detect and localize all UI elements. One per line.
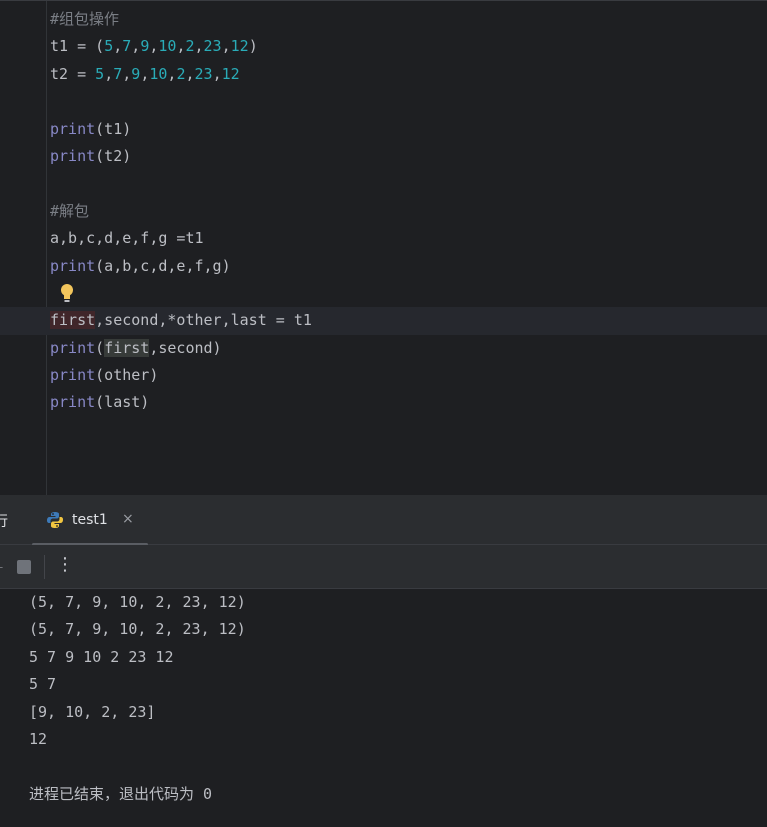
code-token: (: [95, 338, 105, 357]
lightbulb-icon[interactable]: [59, 282, 75, 304]
gutter-divider: [46, 1, 47, 496]
rerun-icon[interactable]: ⌞: [0, 556, 4, 570]
code-line[interactable]: t1 = (5,7,9,10,2,23,12): [50, 33, 312, 60]
code-area[interactable]: #组包操作 t1 = (5,7,9,10,2,23,12) t2 = 5,7,9,1…: [0, 6, 767, 417]
code-line[interactable]: print(a,b,c,d,e,f,g): [50, 253, 312, 280]
code-line[interactable]: print(t1): [50, 116, 312, 143]
code-keyword: print: [50, 338, 96, 357]
console-line: 进程已结束，退出代码为 0: [29, 784, 213, 803]
code-line[interactable]: #解包: [50, 198, 312, 225]
code-token: ,: [131, 37, 141, 56]
code-number: 7: [113, 64, 123, 83]
code-token: ,: [122, 64, 132, 83]
run-tool-window: 行 test1 × ⌞ ⋮ (5, 7, 9, 10, 2, 23, 12) (5…: [0, 495, 767, 827]
code-token: ,: [104, 64, 114, 83]
code-number: 23: [203, 37, 222, 56]
code-keyword: print: [50, 256, 96, 275]
code-token: t1 = (: [50, 37, 105, 56]
code-token: (last): [95, 393, 150, 412]
code-comment: #组包操作: [50, 10, 120, 28]
code-token: (t2): [95, 146, 132, 165]
toolbar-separator: [44, 555, 45, 579]
code-line[interactable]: a,b,c,d,e,f,g =t1: [50, 225, 312, 252]
code-token: ): [248, 37, 258, 56]
tab-label: test1: [72, 512, 108, 528]
console-line: [9, 10, 2, 23]: [29, 702, 156, 721]
code-token: ,: [113, 37, 123, 56]
code-token: (other): [95, 366, 159, 385]
code-line[interactable]: [50, 280, 312, 307]
code-line[interactable]: print(t2): [50, 143, 312, 170]
code-line[interactable]: print(last): [50, 389, 312, 416]
code-token: ,: [185, 64, 195, 83]
code-line[interactable]: print(first,second): [50, 335, 312, 362]
code-comment: #解包: [50, 201, 90, 220]
tool-window-title: 行: [0, 514, 8, 530]
code-editor[interactable]: #组包操作 t1 = (5,7,9,10,2,23,12) t2 = 5,7,9,1…: [0, 0, 767, 496]
code-line[interactable]: [50, 170, 312, 197]
console-line: 5 7: [29, 675, 57, 694]
console-line: (5, 7, 9, 10, 2, 23, 12): [29, 593, 246, 611]
code-number: 9: [140, 37, 150, 56]
code-line[interactable]: print(other): [50, 362, 312, 389]
code-token: ,: [140, 64, 150, 83]
code-keyword: print: [50, 366, 96, 385]
run-toolbar: ⌞ ⋮: [0, 545, 767, 589]
code-number: 7: [122, 37, 132, 56]
code-keyword: print: [50, 119, 96, 138]
console-line: 5 7 9 10 2 23 12: [29, 647, 174, 666]
code-token: first: [50, 311, 96, 330]
code-number: 10: [149, 64, 168, 83]
code-number: 10: [158, 37, 177, 56]
code-token: first: [104, 338, 150, 357]
code-token: ,second,*other,last = t1: [95, 311, 312, 330]
code-number: 5: [95, 64, 105, 83]
code-keyword: print: [50, 393, 96, 412]
code-number: 2: [185, 37, 195, 56]
stop-icon[interactable]: [17, 560, 31, 574]
code-token: ,: [194, 37, 204, 56]
code-line[interactable]: [50, 88, 312, 115]
console-line: 12: [29, 729, 48, 748]
code-number: 9: [131, 64, 141, 83]
code-token: ,second): [149, 338, 222, 357]
code-number: 12: [221, 64, 240, 83]
python-icon: [47, 512, 63, 528]
code-token: a,b,c,d,e,f,g =t1: [50, 229, 204, 248]
more-options-icon[interactable]: ⋮: [56, 554, 74, 575]
code-token: ,: [212, 64, 222, 83]
code-keyword: print: [50, 146, 96, 165]
code-line[interactable]: #组包操作: [50, 6, 312, 33]
close-icon[interactable]: ×: [122, 511, 134, 527]
code-token: ,: [221, 37, 231, 56]
tab-test1[interactable]: test1 ×: [32, 495, 148, 546]
console-output[interactable]: (5, 7, 9, 10, 2, 23, 12) (5, 7, 9, 10, 2,…: [29, 589, 246, 808]
code-token: (t1): [95, 119, 132, 138]
console-line: (5, 7, 9, 10, 2, 23, 12): [29, 620, 246, 639]
code-token: t2 =: [50, 64, 96, 83]
code-number: 5: [104, 37, 114, 56]
code-line[interactable]: t2 = 5,7,9,10,2,23,12: [50, 61, 312, 88]
code-line[interactable]: first,second,*other,last = t1: [0, 307, 767, 335]
code-number: 23: [194, 64, 213, 83]
code-token: (a,b,c,d,e,f,g): [95, 256, 231, 275]
code-number: 12: [230, 37, 249, 56]
run-tab-bar: 行 test1 ×: [0, 495, 767, 546]
